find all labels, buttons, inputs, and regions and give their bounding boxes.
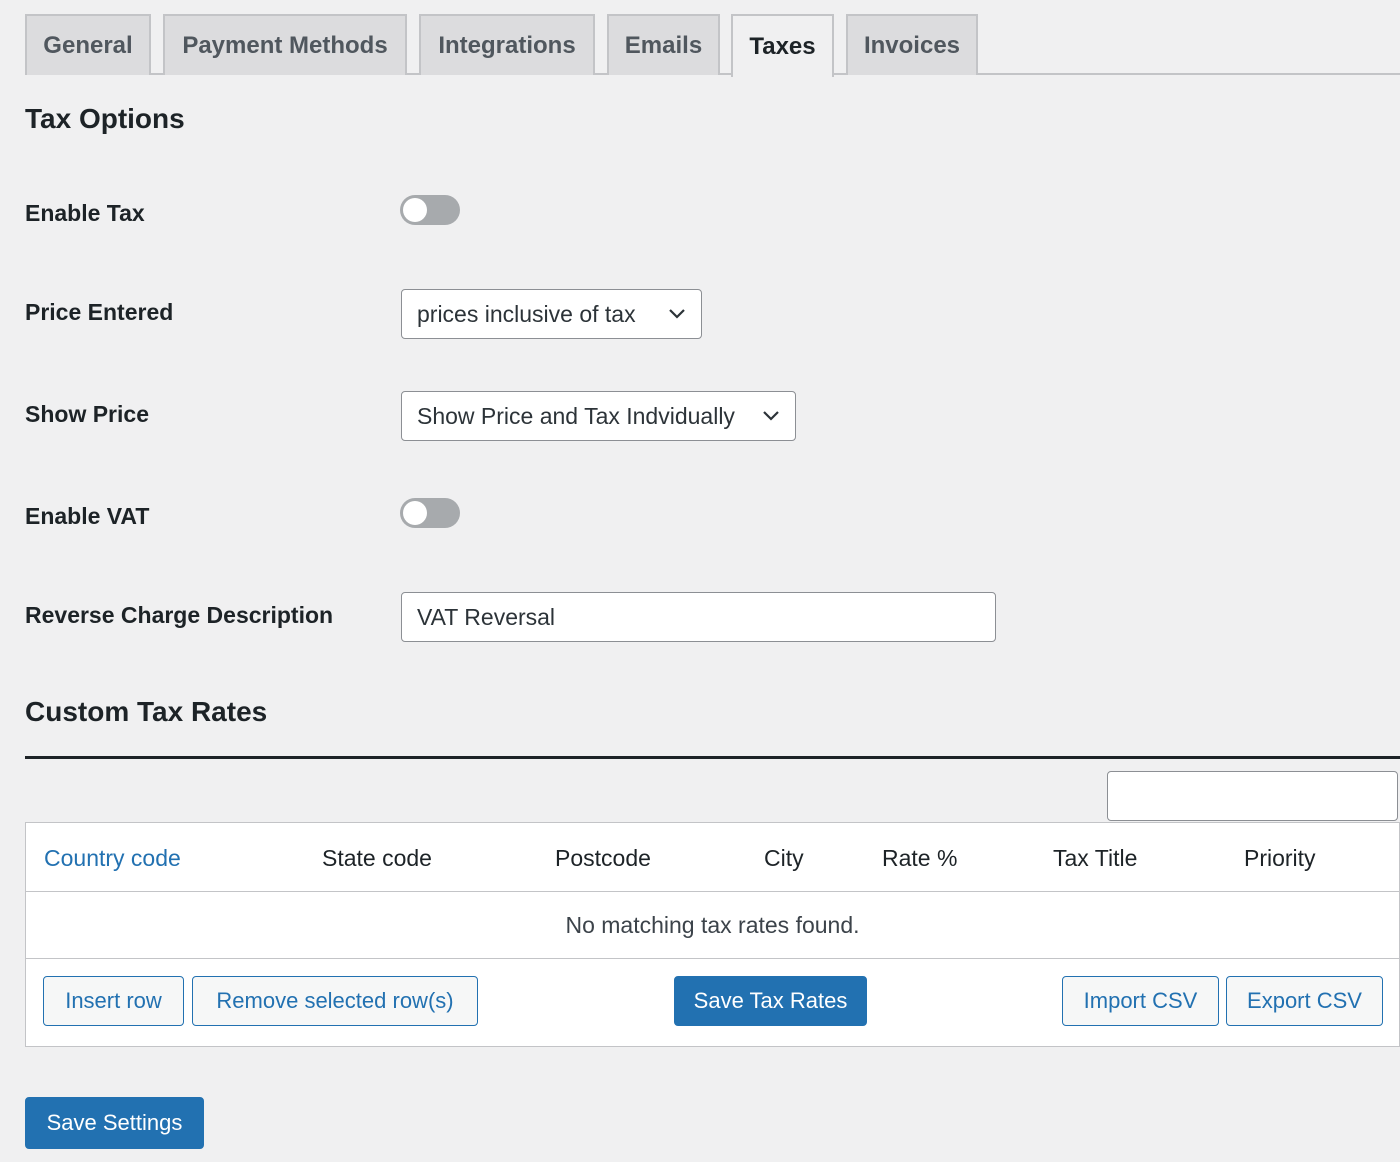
column-priority: Priority [1244, 845, 1316, 871]
save-tax-rates-button[interactable]: Save Tax Rates [674, 976, 867, 1026]
show-price-value: Show Price and Tax Indvidually [417, 402, 735, 429]
enable-tax-toggle[interactable] [400, 195, 460, 225]
export-csv-button[interactable]: Export CSV [1226, 976, 1383, 1026]
remove-selected-rows-button[interactable]: Remove selected row(s) [192, 976, 478, 1026]
chevron-down-icon [763, 411, 779, 421]
tab-integrations[interactable]: Integrations [419, 14, 595, 75]
enable-vat-toggle[interactable] [400, 498, 460, 528]
section-divider [25, 756, 1400, 759]
toggle-knob [403, 501, 427, 525]
import-csv-button[interactable]: Import CSV [1062, 976, 1219, 1026]
price-entered-value: prices inclusive of tax [417, 300, 636, 327]
column-tax-title: Tax Title [1053, 845, 1138, 871]
insert-row-button[interactable]: Insert row [43, 976, 184, 1026]
show-price-label: Show Price [25, 401, 149, 427]
chevron-down-icon [669, 309, 685, 319]
tab-taxes[interactable]: Taxes [731, 14, 834, 77]
table-header: Country code State code Postcode City Ra… [26, 823, 1399, 892]
enable-tax-label: Enable Tax [25, 200, 145, 226]
settings-tabs: General Payment Methods Integrations Ema… [25, 14, 1400, 77]
taxes-settings-page: General Payment Methods Integrations Ema… [0, 0, 1400, 1162]
column-country-code[interactable]: Country code [44, 845, 181, 872]
enable-vat-label: Enable VAT [25, 503, 150, 529]
column-city: City [764, 845, 804, 871]
tab-emails[interactable]: Emails [607, 14, 720, 75]
tab-invoices[interactable]: Invoices [846, 14, 978, 75]
column-rate: Rate % [882, 845, 958, 871]
empty-table-message: No matching tax rates found. [26, 892, 1399, 959]
show-price-select[interactable]: Show Price and Tax Indvidually [401, 391, 796, 441]
tax-rates-search-input[interactable] [1107, 771, 1398, 821]
tab-general[interactable]: General [25, 14, 151, 75]
price-entered-label: Price Entered [25, 299, 174, 325]
tab-payment-methods[interactable]: Payment Methods [163, 14, 407, 75]
tax-rates-table: Country code State code Postcode City Ra… [25, 822, 1400, 1047]
save-settings-button[interactable]: Save Settings [25, 1097, 204, 1149]
toggle-knob [403, 198, 427, 222]
tax-options-heading: Tax Options [25, 103, 185, 134]
reverse-charge-input[interactable] [401, 592, 996, 642]
column-state-code: State code [322, 845, 432, 871]
custom-tax-rates-heading: Custom Tax Rates [25, 696, 268, 727]
reverse-charge-label: Reverse Charge Description [25, 602, 334, 628]
price-entered-select[interactable]: prices inclusive of tax [401, 289, 702, 339]
column-postcode: Postcode [555, 845, 651, 871]
